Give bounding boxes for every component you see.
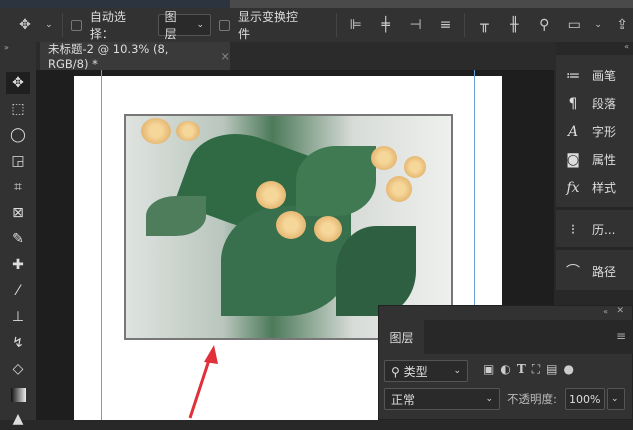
panel-label: 段落 xyxy=(592,97,617,111)
layers-tab-label: 图层 xyxy=(389,330,414,345)
opacity-value: 100% xyxy=(569,392,601,406)
opacity-label: 不透明度: xyxy=(507,392,557,406)
history-brush-tool-icon[interactable]: ↯ xyxy=(6,332,30,354)
stamp-tool-icon[interactable]: ⊥ xyxy=(6,306,30,328)
align-center-icon[interactable]: ╪ xyxy=(375,17,397,33)
toolbox: » ✥ ⬚ ◯ ◲ ⌗ ⊠ ✎ ✚ ⁄ ⊥ ↯ ◇ ▲ xyxy=(0,42,36,427)
chevron-down-icon[interactable]: ⌄ xyxy=(593,20,603,30)
share-icon[interactable]: ⇪ xyxy=(611,17,633,33)
title-strip xyxy=(0,0,633,8)
smart-object-filter-icon[interactable]: ▤ xyxy=(546,362,557,377)
character-icon: A xyxy=(567,123,579,140)
layer-filter-dropdown[interactable]: ⚲ 类型 ⌄ xyxy=(384,360,468,382)
align-middle-icon[interactable]: ╫ xyxy=(503,17,525,33)
crop-tool-icon[interactable]: ⌗ xyxy=(6,176,30,198)
paragraph-icon: ¶ xyxy=(568,95,578,112)
panel-label: 画笔 xyxy=(592,69,617,83)
lasso-tool-icon[interactable]: ◯ xyxy=(6,124,30,146)
blend-mode-value: 正常 xyxy=(391,392,416,407)
divider xyxy=(61,13,63,37)
pixel-filter-icon[interactable]: ▣ xyxy=(483,362,494,377)
panel-menu-icon[interactable]: ≡ xyxy=(616,329,626,343)
pen-tool-icon[interactable]: ▲ xyxy=(6,408,30,430)
object-select-tool-icon[interactable]: ◲ xyxy=(6,150,30,172)
show-transform-checkbox[interactable] xyxy=(219,19,231,31)
panel-properties[interactable]: ◙ 属性 xyxy=(562,151,616,168)
show-transform-label: 显示变换控件 xyxy=(238,10,299,41)
align-left-icon[interactable]: ⊫ xyxy=(345,17,367,33)
auto-select-value: 图层 xyxy=(164,10,177,41)
search-icon[interactable]: ⚲ xyxy=(533,17,555,33)
auto-select-dropdown[interactable]: 图层 ⌄ xyxy=(157,10,212,41)
frame-tool-icon[interactable]: ⊠ xyxy=(6,202,30,224)
chevron-down-icon: ⌄ xyxy=(611,394,619,404)
layers-panel: « ✕ 图层 ≡ ⚲ 类型 ⌄ ▣ ◐ T ⛶ ▤ ● 正常 ⌄ 不透明度: 100… xyxy=(378,305,633,420)
move-tool-icon[interactable]: ✥ xyxy=(6,72,30,94)
chevron-down-icon: ⌄ xyxy=(196,20,205,30)
panel-glyphs[interactable]: A 字形 xyxy=(562,123,616,140)
search-icon: ⚲ xyxy=(391,364,400,379)
collapse-icon[interactable]: « xyxy=(603,307,608,316)
styles-icon: fx xyxy=(566,179,580,196)
opacity-input[interactable]: 100% xyxy=(565,388,605,410)
chevron-down-icon: ⌄ xyxy=(485,394,493,404)
filter-label: 类型 xyxy=(403,364,428,379)
tab-layers[interactable]: 图层 xyxy=(379,320,424,354)
expand-icon[interactable]: » xyxy=(4,43,9,52)
document-tab[interactable]: 未标题-2 @ 10.3% (8, RGB/8) * × xyxy=(40,42,230,71)
auto-select-checkbox[interactable] xyxy=(70,19,82,31)
healing-brush-tool-icon[interactable]: ✚ xyxy=(6,254,30,276)
marquee-tool-icon[interactable]: ⬚ xyxy=(6,98,30,120)
move-tool-icon[interactable]: ✥ xyxy=(14,17,36,33)
align-top-icon[interactable]: ╥ xyxy=(473,17,495,33)
adjustment-filter-icon[interactable]: ◐ xyxy=(500,362,510,377)
divider xyxy=(335,13,337,37)
close-icon[interactable]: ✕ xyxy=(616,306,624,316)
workspace-icon[interactable]: ▭ xyxy=(563,17,585,33)
red-arrow-annotation xyxy=(188,345,218,419)
align-right-icon[interactable]: ⊣ xyxy=(405,17,427,33)
panel-paragraph[interactable]: ¶ 段落 xyxy=(562,95,616,112)
panel-label: 历... xyxy=(592,223,616,237)
options-bar: ✥ ⌄ 自动选择： 图层 ⌄ 显示变换控件 ⊫ ╪ ⊣ ≡ ╥ ╫ ⚲ ▭ ⌄ ⇪ xyxy=(0,8,633,42)
collapse-icon[interactable]: « xyxy=(624,42,629,51)
right-panel-dock: « ≔ 画笔 ¶ 段落 A 字形 ◙ 属性 fx 样式 ⁝ 历... ⌒ 路径 xyxy=(556,42,633,290)
history-icon: ⁝ xyxy=(570,221,576,238)
panel-styles[interactable]: fx 样式 xyxy=(562,179,616,196)
panel-paths[interactable]: ⌒ 路径 xyxy=(562,261,616,281)
paths-icon: ⌒ xyxy=(566,264,580,280)
opacity-dropdown[interactable]: ⌄ xyxy=(607,388,625,410)
auto-select-label: 自动选择： xyxy=(89,10,126,41)
brush-icon: ≔ xyxy=(566,67,580,84)
filter-toggle-icon[interactable]: ● xyxy=(564,362,574,377)
chevron-down-icon: ⌄ xyxy=(453,366,461,376)
gradient-tool-icon[interactable] xyxy=(6,384,30,406)
panel-history[interactable]: ⁝ 历... xyxy=(562,221,616,238)
brush-tool-icon[interactable]: ⁄ xyxy=(6,280,30,302)
distribute-icon[interactable]: ≡ xyxy=(435,17,457,33)
properties-icon: ◙ xyxy=(566,151,580,168)
panel-label: 字形 xyxy=(592,125,617,139)
panel-brush[interactable]: ≔ 画笔 xyxy=(562,67,616,84)
document-tab-title: 未标题-2 @ 10.3% (8, RGB/8) * xyxy=(48,42,169,71)
close-icon[interactable]: × xyxy=(220,49,230,63)
chevron-down-icon[interactable]: ⌄ xyxy=(44,20,54,30)
eraser-tool-icon[interactable]: ◇ xyxy=(6,358,30,380)
blend-mode-dropdown[interactable]: 正常 ⌄ xyxy=(384,388,500,410)
panel-label: 样式 xyxy=(592,181,617,195)
document-tab-bar: 未标题-2 @ 10.3% (8, RGB/8) * × xyxy=(36,42,556,71)
type-filter-icon[interactable]: T xyxy=(517,362,526,377)
shape-filter-icon[interactable]: ⛶ xyxy=(532,362,540,377)
panel-label: 属性 xyxy=(592,153,617,167)
divider xyxy=(464,13,466,37)
eyedropper-tool-icon[interactable]: ✎ xyxy=(6,228,30,250)
guide-line[interactable] xyxy=(101,70,102,420)
panel-label: 路径 xyxy=(592,264,617,279)
